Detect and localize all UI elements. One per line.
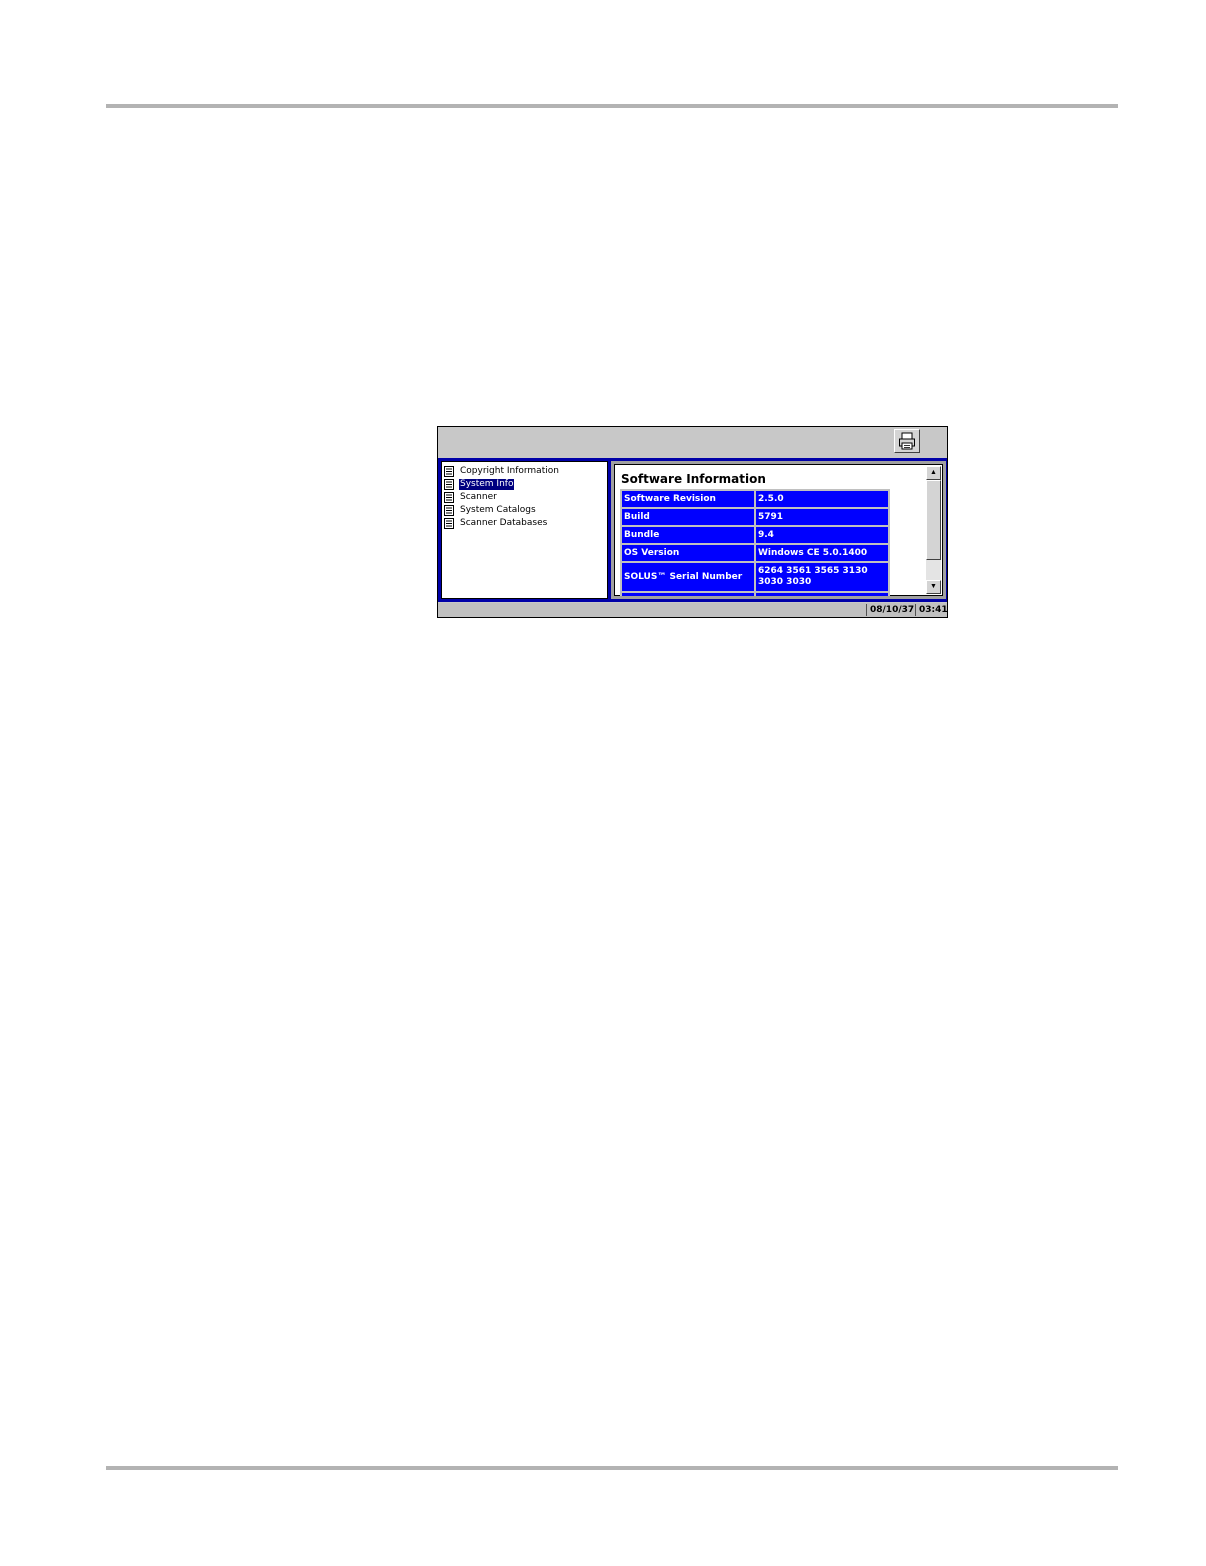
scroll-up-button[interactable]: ▲ bbox=[926, 466, 941, 480]
table-row: OS Version Windows CE 5.0.1400 bbox=[620, 543, 890, 563]
row-value: 9.4 bbox=[754, 525, 890, 545]
print-button[interactable] bbox=[894, 429, 920, 453]
tree-item-label: Copyright Information bbox=[460, 465, 559, 476]
row-key: Bundle bbox=[620, 525, 756, 545]
tree-item-copyright-information[interactable]: Copyright Information bbox=[444, 465, 560, 477]
tree-item-system-info[interactable]: System Info bbox=[444, 478, 515, 490]
document-icon bbox=[444, 517, 454, 529]
tree-item-scanner[interactable]: Scanner bbox=[444, 491, 498, 503]
document-icon bbox=[444, 478, 454, 490]
tree-item-label: Scanner bbox=[460, 491, 497, 502]
row-key bbox=[620, 591, 756, 596]
content-frame: Copyright Information System Info Scanne… bbox=[438, 458, 947, 602]
section-title: Software Information bbox=[621, 472, 766, 486]
table-row: Bundle 9.4 bbox=[620, 525, 890, 545]
software-info-table: Software Revision 2.5.0 Build 5791 Bundl… bbox=[620, 489, 890, 596]
tree-item-scanner-databases[interactable]: Scanner Databases bbox=[444, 517, 548, 529]
document-icon bbox=[444, 465, 454, 477]
row-value bbox=[754, 591, 890, 596]
row-value: 6264 3561 3565 3130 3030 3030 bbox=[754, 561, 890, 593]
table-row: Software Revision 2.5.0 bbox=[620, 489, 890, 509]
document-icon bbox=[444, 504, 454, 516]
table-row: SOLUS™ Serial Number 6264 3561 3565 3130… bbox=[620, 561, 890, 593]
tree-item-system-catalogs[interactable]: System Catalogs bbox=[444, 504, 537, 516]
vertical-scrollbar[interactable]: ▲ ▼ bbox=[926, 466, 941, 594]
scroll-thumb[interactable] bbox=[926, 480, 941, 560]
tree-item-label: Scanner Databases bbox=[460, 517, 548, 528]
document-icon bbox=[444, 491, 454, 503]
row-key: SOLUS™ Serial Number bbox=[620, 561, 756, 593]
row-key: OS Version bbox=[620, 543, 756, 563]
system-info-screen: Copyright Information System Info Scanne… bbox=[437, 426, 948, 618]
table-row-partial bbox=[620, 591, 890, 596]
scroll-down-button[interactable]: ▼ bbox=[926, 580, 941, 594]
footer-rule bbox=[106, 1466, 1118, 1470]
toolbar bbox=[438, 427, 947, 458]
detail-viewport[interactable]: Software Information Software Revision 2… bbox=[614, 464, 943, 596]
row-value: 2.5.0 bbox=[754, 489, 890, 509]
row-key: Build bbox=[620, 507, 756, 527]
tree-item-label: System Info bbox=[459, 478, 515, 490]
printer-icon bbox=[899, 432, 915, 450]
header-rule bbox=[106, 104, 1118, 108]
triangle-up-icon: ▲ bbox=[930, 469, 937, 476]
table-row: Build 5791 bbox=[620, 507, 890, 527]
tree-item-label: System Catalogs bbox=[460, 504, 536, 515]
row-value: 5791 bbox=[754, 507, 890, 527]
triangle-down-icon: ▼ bbox=[930, 583, 937, 590]
detail-pane: Software Information Software Revision 2… bbox=[611, 461, 946, 599]
status-date: 08/10/37 bbox=[866, 604, 914, 616]
row-value: Windows CE 5.0.1400 bbox=[754, 543, 890, 563]
row-key: Software Revision bbox=[620, 489, 756, 509]
status-time: 03:41p bbox=[915, 604, 947, 616]
status-bar: 08/10/37 03:41p bbox=[438, 603, 947, 617]
topic-tree: Copyright Information System Info Scanne… bbox=[441, 461, 608, 599]
